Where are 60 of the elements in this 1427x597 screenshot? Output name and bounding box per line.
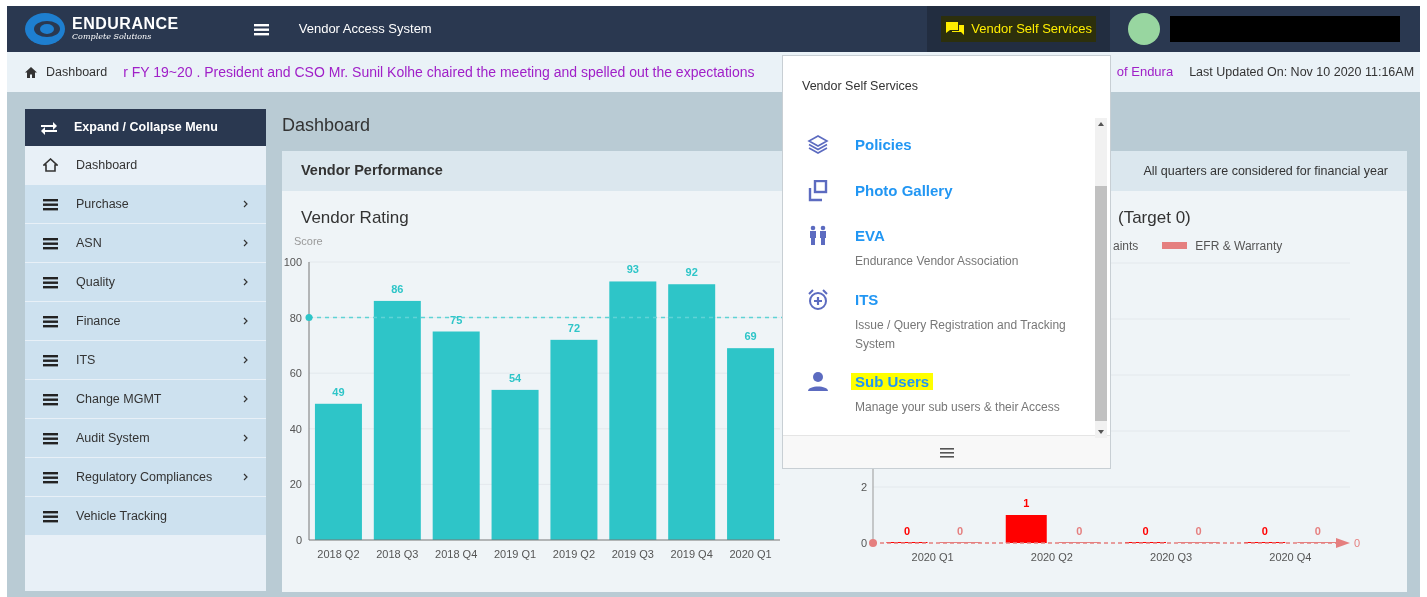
value-label: 1 (1023, 496, 1030, 509)
tick-label: 2018 Q3 (376, 547, 419, 560)
chart-title: (Target 0) (1117, 207, 1192, 229)
tick-label: 2018 Q4 (435, 547, 478, 560)
tick-label: 2019 Q1 (493, 547, 537, 560)
value-label: 0 (903, 524, 911, 537)
value-label: 92 (685, 265, 698, 278)
value-label: 0 (1195, 524, 1202, 537)
tick-label: 2019 Q2 (552, 547, 596, 560)
tick-label: 100 (283, 255, 302, 268)
legend-label: aints (1113, 237, 1139, 255)
legend-label: EFR & Warranty (1195, 237, 1283, 255)
value-label: 75 (450, 313, 463, 325)
target-label: 0 (1354, 536, 1361, 549)
chart-title: Vendor Rating (301, 207, 410, 229)
tick-label: 2020 Q1 (911, 550, 954, 563)
dropdown-title: Vendor Self Services (801, 78, 920, 95)
item-title: Policies (854, 136, 913, 153)
item-description: Manage your sub users & their Access (854, 398, 1061, 416)
tick-label: 2020 Q2 (1030, 550, 1073, 563)
app-title: Vendor Access System (298, 20, 432, 39)
item-description: Issue / Query Registration and Tracking System (854, 316, 1067, 353)
item-title: Sub Users (851, 373, 934, 390)
tick-label: 2019 Q4 (670, 547, 713, 560)
value-label: 0 (956, 524, 964, 537)
value-label: 69 (744, 329, 757, 342)
tick-label: 2020 Q1 (729, 547, 772, 560)
brand-name: ENDURANCE (72, 16, 179, 33)
tick-label: 0 (295, 533, 302, 546)
brand-tagline: Complete Solutions (72, 32, 153, 42)
value-label: 72 (567, 321, 581, 334)
tick-label: 2019 Q3 (611, 547, 654, 560)
value-label: 49 (332, 385, 345, 398)
value-label: 0 (1314, 524, 1321, 537)
tick-label: 2 (860, 480, 867, 493)
tick-label: 40 (289, 422, 302, 435)
tick-label: 2020 Q3 (1150, 550, 1193, 563)
card-title: Vendor Performance (301, 161, 443, 181)
tick-label: 2020 Q4 (1269, 550, 1312, 563)
tick-label: 0 (860, 536, 867, 549)
value-label: 0 (1142, 524, 1149, 537)
news-ticker: of Endura (1116, 62, 1174, 81)
last-updated: Last Updated On: Nov 10 2020 11:16AM (1189, 63, 1415, 81)
tick-label: 60 (289, 366, 302, 379)
page-title: Dashboard (282, 114, 371, 137)
value-label: 93 (626, 262, 639, 275)
axis-title: Score (294, 234, 323, 247)
value-label: 0 (1076, 524, 1083, 537)
value-label: 86 (391, 282, 404, 295)
card-note: All quarters are considered for financial year (1143, 162, 1388, 180)
tick-label: 2018 Q2 (317, 547, 360, 560)
value-label: 0 (1261, 524, 1268, 537)
value-label: 54 (508, 371, 522, 384)
item-description: Endurance Vendor Association (854, 252, 1020, 270)
tick-label: 20 (289, 477, 302, 490)
item-title: ITS (854, 291, 880, 308)
news-ticker: r FY 19~20 . President and CSO Mr. Sunil Kolhe chaired the meeting and spelled out the expectations (123, 62, 755, 82)
tick-label: 80 (289, 311, 302, 324)
item-title: Photo Gallery (854, 182, 954, 199)
item-title: EVA (854, 227, 886, 244)
